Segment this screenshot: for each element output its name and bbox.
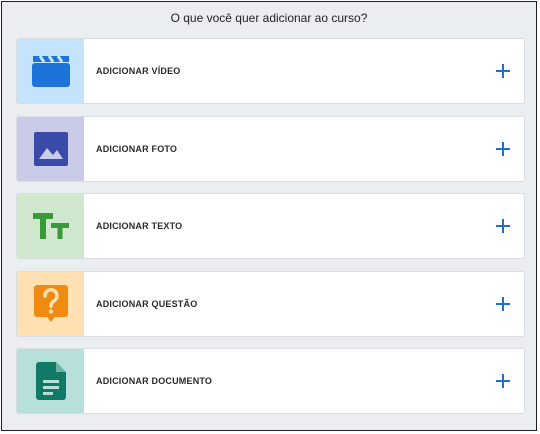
plus-icon[interactable] [496, 297, 510, 311]
add-text-label: ADICIONAR TEXTO [96, 221, 183, 231]
add-question-option[interactable]: ADICIONAR QUESTÃO [16, 271, 525, 337]
add-text-option[interactable]: ADICIONAR TEXTO [16, 193, 525, 259]
plus-icon[interactable] [496, 64, 510, 78]
document-icon [35, 362, 66, 400]
text-icon [32, 213, 69, 239]
text-icon-tile [17, 194, 84, 258]
photo-icon-tile [17, 117, 84, 181]
question-icon-tile [17, 272, 84, 336]
add-document-option[interactable]: ADICIONAR DOCUMENTO [16, 348, 525, 414]
add-photo-option[interactable]: ADICIONAR FOTO [16, 116, 525, 182]
add-video-label: ADICIONAR VÍDEO [96, 66, 181, 76]
add-content-dialog: O que você quer adicionar ao curso? ADIC… [1, 1, 537, 431]
video-clapper-icon [31, 55, 70, 87]
plus-icon[interactable] [496, 374, 510, 388]
plus-icon[interactable] [496, 142, 510, 156]
add-video-option[interactable]: ADICIONAR VÍDEO [16, 38, 525, 104]
add-photo-label: ADICIONAR FOTO [96, 144, 178, 154]
video-icon-tile [17, 39, 84, 103]
document-icon-tile [17, 349, 84, 413]
add-question-label: ADICIONAR QUESTÃO [96, 299, 198, 309]
photo-icon [33, 132, 68, 166]
question-icon [33, 285, 68, 322]
add-document-label: ADICIONAR DOCUMENTO [96, 376, 213, 386]
plus-icon[interactable] [496, 219, 510, 233]
dialog-title: O que você quer adicionar ao curso? [170, 11, 368, 25]
